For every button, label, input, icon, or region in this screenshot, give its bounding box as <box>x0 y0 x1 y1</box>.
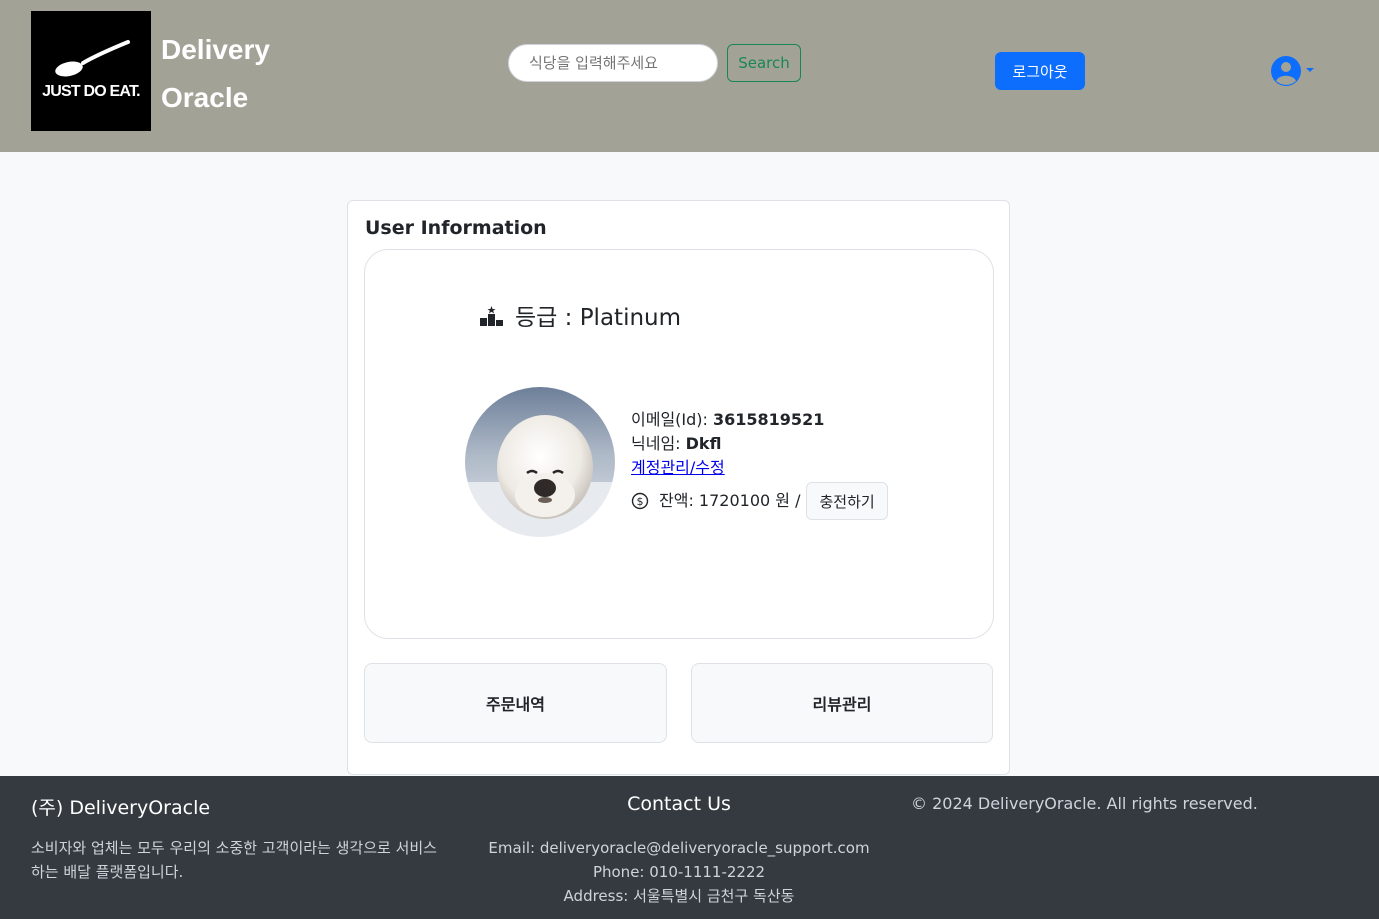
footer-email: Email: deliveryoracle@deliveryoracle_sup… <box>488 839 870 857</box>
email-value: 3615819521 <box>713 410 825 429</box>
site-header: JUST DO EAT. Delivery Oracle Search 로그아웃 <box>0 0 1379 152</box>
balance-row: $ 잔액: 1720100 원 / 충전하기 <box>631 482 888 520</box>
footer-phone: Phone: 010-1111-2222 <box>592 863 766 881</box>
logo[interactable]: JUST DO EAT. <box>31 11 151 131</box>
search-input[interactable] <box>508 44 718 82</box>
card-title: User Information <box>365 217 547 239</box>
search-button[interactable]: Search <box>727 44 801 82</box>
brand-title[interactable]: Delivery Oracle <box>161 26 270 122</box>
balance-text: 잔액: 1720100 원 / <box>659 491 801 510</box>
nickname-row: 닉네임: Dkfl <box>631 432 888 456</box>
avatar <box>465 387 615 537</box>
profile-box: 등급 : Platinum 이메일(Id): 3615819521 닉네임: D… <box>364 249 994 639</box>
orders-button[interactable]: 주문내역 <box>364 663 667 743</box>
user-details: 이메일(Id): 3615819521 닉네임: Dkfl 계정관리/수정 $ … <box>631 408 888 520</box>
svg-text:$: $ <box>637 495 644 508</box>
footer-description: 소비자와 업체는 모두 우리의 소중한 고객이라는 생각으로 서비스하는 배달 … <box>31 839 437 881</box>
brand-line-1: Delivery <box>161 34 270 65</box>
footer-address: Address: 서울특별시 금천구 독산동 <box>563 887 795 905</box>
footer-company: (주) DeliveryOracle <box>31 797 211 819</box>
site-footer: (주) DeliveryOracle 소비자와 업체는 모두 우리의 소중한 고… <box>0 776 1379 919</box>
user-info-card: User Information 등급 : Platinum 이메일(Id): … <box>347 200 1010 775</box>
grade-row: 등급 : Platinum <box>479 298 681 332</box>
grade-label: 등급 : Platinum <box>515 305 682 331</box>
footer-contact-info: Email: deliveryoracle@deliveryoracle_sup… <box>429 836 929 908</box>
nickname-value: Dkfl <box>685 434 722 453</box>
user-circle-icon <box>1271 56 1314 86</box>
chevron-down-icon <box>1306 68 1314 72</box>
email-row: 이메일(Id): 3615819521 <box>631 408 888 432</box>
charge-button[interactable]: 충전하기 <box>806 482 888 520</box>
logout-button[interactable]: 로그아웃 <box>995 52 1085 90</box>
footer-copyright: © 2024 DeliveryOracle. All rights reserv… <box>911 794 1258 813</box>
user-menu-dropdown[interactable] <box>1271 56 1317 86</box>
spoon-icon <box>55 40 130 77</box>
email-label: 이메일(Id): <box>631 410 713 429</box>
account-manage-link[interactable]: 계정관리/수정 <box>631 458 725 477</box>
logo-text: JUST DO EAT. <box>42 83 140 100</box>
footer-contact-title: Contact Us <box>627 793 731 815</box>
nickname-label: 닉네임: <box>631 434 686 453</box>
dollar-circle-icon: $ <box>631 492 649 510</box>
brand-line-2: Oracle <box>161 82 249 113</box>
podium-icon <box>480 306 503 326</box>
account-link-row: 계정관리/수정 <box>631 456 888 480</box>
reviews-button[interactable]: 리뷰관리 <box>691 663 993 743</box>
